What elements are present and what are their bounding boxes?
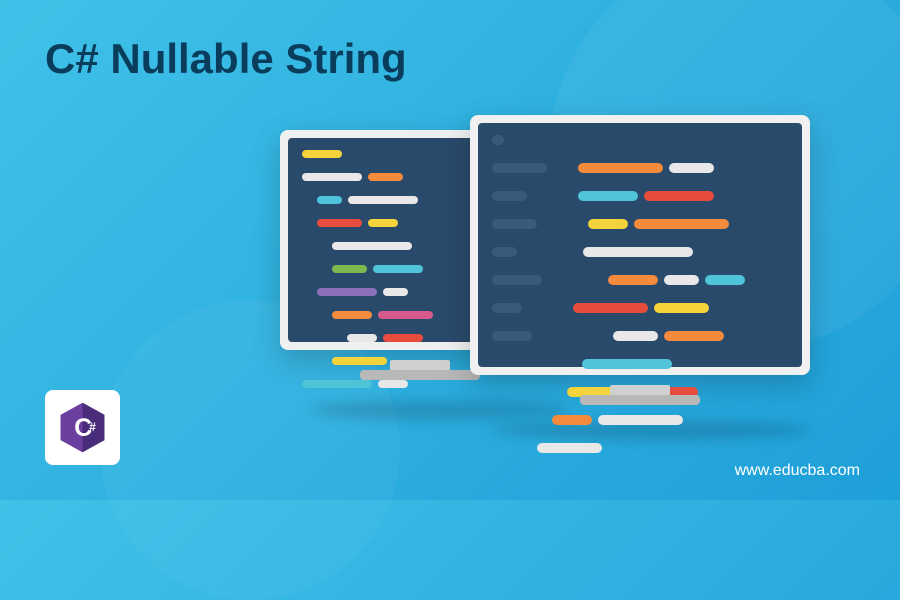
monitor-front bbox=[470, 115, 810, 375]
page-title: C# Nullable String bbox=[45, 35, 407, 83]
monitor-back-stand bbox=[390, 360, 450, 378]
csharp-hexagon-icon: C # bbox=[55, 400, 110, 455]
csharp-logo: C # bbox=[45, 390, 120, 465]
website-url: www.educba.com bbox=[735, 462, 860, 480]
logo-hash-symbol: # bbox=[89, 420, 96, 434]
monitor-front-stand bbox=[610, 385, 670, 403]
monitor-front-screen bbox=[478, 123, 802, 367]
